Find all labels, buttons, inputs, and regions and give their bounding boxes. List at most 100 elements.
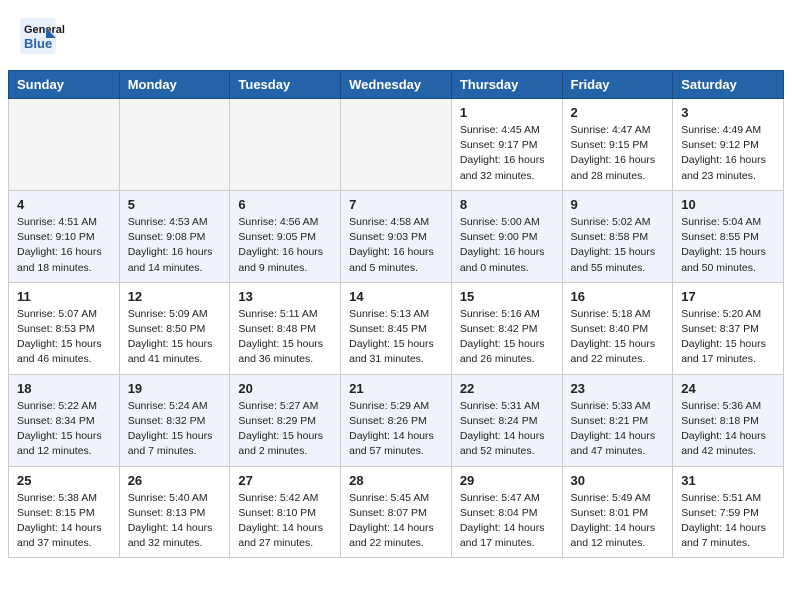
weekday-saturday: Saturday (673, 71, 784, 99)
day-cell-7: 7 Sunrise: 4:58 AMSunset: 9:03 PMDaylight… (341, 190, 452, 282)
day-number: 26 (128, 473, 222, 488)
day-cell-24: 24Sunrise: 5:36 AMSunset: 8:18 PMDayligh… (673, 374, 784, 466)
day-info: Sunrise: 5:47 AMSunset: 8:04 PMDaylight:… (460, 491, 554, 552)
day-number: 18 (17, 381, 111, 396)
day-cell-13: 13 Sunrise: 5:11 AMSunset: 8:48 PMDayligh… (230, 282, 341, 374)
day-number: 2 (571, 105, 665, 120)
day-number: 13 (238, 289, 332, 304)
day-number: 27 (238, 473, 332, 488)
day-number: 22 (460, 381, 554, 396)
day-cell-4: 4Sunrise: 4:51 AMSunset: 9:10 PMDaylight… (9, 190, 120, 282)
day-number: 3 (681, 105, 775, 120)
day-number: 24 (681, 381, 775, 396)
day-number: 9 (571, 197, 665, 212)
day-number: 11 (17, 289, 111, 304)
day-info: Sunrise: 5:04 AMSunset: 8:55 PMDaylight:… (681, 215, 775, 276)
day-number: 5 (128, 197, 222, 212)
day-info: Sunrise: 5:27 AMSunset: 8:29 PMDaylight:… (238, 399, 332, 460)
day-number: 14 (349, 289, 443, 304)
day-info: Sunrise: 5:49 AMSunset: 8:01 PMDaylight:… (571, 491, 665, 552)
day-number: 25 (17, 473, 111, 488)
empty-cell (230, 99, 341, 191)
day-cell-23: 23Sunrise: 5:33 AMSunset: 8:21 PMDayligh… (562, 374, 673, 466)
day-info: Sunrise: 5:18 AMSunset: 8:40 PMDaylight:… (571, 307, 665, 368)
week-row-2: 4Sunrise: 4:51 AMSunset: 9:10 PMDaylight… (9, 190, 784, 282)
day-cell-19: 19 Sunrise: 5:24 AMSunset: 8:32 PMDayligh… (119, 374, 230, 466)
day-number: 12 (128, 289, 222, 304)
day-number: 6 (238, 197, 332, 212)
day-cell-6: 6 Sunrise: 4:56 AMSunset: 9:05 PMDaylight… (230, 190, 341, 282)
day-cell-2: 2Sunrise: 4:47 AMSunset: 9:15 PMDaylight… (562, 99, 673, 191)
header: General Blue (0, 0, 792, 70)
day-number: 17 (681, 289, 775, 304)
day-info: Sunrise: 4:56 AMSunset: 9:05 PMDaylight:… (238, 215, 332, 276)
day-info: Sunrise: 5:09 AMSunset: 8:50 PMDaylight:… (128, 307, 222, 368)
day-cell-30: 30Sunrise: 5:49 AMSunset: 8:01 PMDayligh… (562, 466, 673, 558)
day-number: 10 (681, 197, 775, 212)
day-info: Sunrise: 5:33 AMSunset: 8:21 PMDaylight:… (571, 399, 665, 460)
day-cell-12: 12 Sunrise: 5:09 AMSunset: 8:50 PMDayligh… (119, 282, 230, 374)
day-info: Sunrise: 5:00 AMSunset: 9:00 PMDaylight:… (460, 215, 554, 276)
svg-text:Blue: Blue (24, 36, 52, 51)
week-row-5: 25 Sunrise: 5:38 AMSunset: 8:15 PMDayligh… (9, 466, 784, 558)
weekday-wednesday: Wednesday (341, 71, 452, 99)
day-cell-14: 14 Sunrise: 5:13 AMSunset: 8:45 PMDayligh… (341, 282, 452, 374)
day-number: 1 (460, 105, 554, 120)
day-info: Sunrise: 4:45 AMSunset: 9:17 PMDaylight:… (460, 123, 554, 184)
day-cell-15: 15 Sunrise: 5:16 AMSunset: 8:42 PMDayligh… (451, 282, 562, 374)
day-number: 19 (128, 381, 222, 396)
generalblue-logo-icon: General Blue (20, 18, 100, 60)
day-info: Sunrise: 5:20 AMSunset: 8:37 PMDaylight:… (681, 307, 775, 368)
day-info: Sunrise: 5:11 AMSunset: 8:48 PMDaylight:… (238, 307, 332, 368)
logo: General Blue (20, 18, 100, 60)
day-info: Sunrise: 5:22 AMSunset: 8:34 PMDaylight:… (17, 399, 111, 460)
day-cell-22: 22 Sunrise: 5:31 AMSunset: 8:24 PMDayligh… (451, 374, 562, 466)
day-cell-10: 10 Sunrise: 5:04 AMSunset: 8:55 PMDayligh… (673, 190, 784, 282)
day-cell-20: 20Sunrise: 5:27 AMSunset: 8:29 PMDayligh… (230, 374, 341, 466)
day-info: Sunrise: 5:31 AMSunset: 8:24 PMDaylight:… (460, 399, 554, 460)
weekday-thursday: Thursday (451, 71, 562, 99)
day-number: 15 (460, 289, 554, 304)
day-number: 16 (571, 289, 665, 304)
day-number: 21 (349, 381, 443, 396)
weekday-sunday: Sunday (9, 71, 120, 99)
day-number: 8 (460, 197, 554, 212)
day-cell-26: 26Sunrise: 5:40 AMSunset: 8:13 PMDayligh… (119, 466, 230, 558)
day-cell-25: 25 Sunrise: 5:38 AMSunset: 8:15 PMDayligh… (9, 466, 120, 558)
week-row-3: 11 Sunrise: 5:07 AMSunset: 8:53 PMDayligh… (9, 282, 784, 374)
svg-text:General: General (24, 24, 65, 36)
day-cell-3: 3Sunrise: 4:49 AMSunset: 9:12 PMDaylight… (673, 99, 784, 191)
calendar-wrap: SundayMondayTuesdayWednesdayThursdayFrid… (0, 70, 792, 566)
day-info: Sunrise: 5:24 AMSunset: 8:32 PMDaylight:… (128, 399, 222, 460)
empty-cell (119, 99, 230, 191)
empty-cell (341, 99, 452, 191)
day-info: Sunrise: 5:45 AMSunset: 8:07 PMDaylight:… (349, 491, 443, 552)
day-cell-28: 28 Sunrise: 5:45 AMSunset: 8:07 PMDayligh… (341, 466, 452, 558)
day-cell-29: 29 Sunrise: 5:47 AMSunset: 8:04 PMDayligh… (451, 466, 562, 558)
calendar-table: SundayMondayTuesdayWednesdayThursdayFrid… (8, 70, 784, 558)
week-row-1: 1 Sunrise: 4:45 AMSunset: 9:17 PMDaylight… (9, 99, 784, 191)
day-number: 29 (460, 473, 554, 488)
day-info: Sunrise: 5:42 AMSunset: 8:10 PMDaylight:… (238, 491, 332, 552)
empty-cell (9, 99, 120, 191)
day-cell-9: 9Sunrise: 5:02 AMSunset: 8:58 PMDaylight… (562, 190, 673, 282)
weekday-header-row: SundayMondayTuesdayWednesdayThursdayFrid… (9, 71, 784, 99)
day-info: Sunrise: 5:07 AMSunset: 8:53 PMDaylight:… (17, 307, 111, 368)
day-cell-16: 16 Sunrise: 5:18 AMSunset: 8:40 PMDayligh… (562, 282, 673, 374)
day-cell-11: 11 Sunrise: 5:07 AMSunset: 8:53 PMDayligh… (9, 282, 120, 374)
day-number: 7 (349, 197, 443, 212)
weekday-monday: Monday (119, 71, 230, 99)
weekday-friday: Friday (562, 71, 673, 99)
day-cell-31: 31 Sunrise: 5:51 AMSunset: 7:59 PMDayligh… (673, 466, 784, 558)
day-info: Sunrise: 4:58 AMSunset: 9:03 PMDaylight:… (349, 215, 443, 276)
day-cell-21: 21 Sunrise: 5:29 AMSunset: 8:26 PMDayligh… (341, 374, 452, 466)
day-info: Sunrise: 5:16 AMSunset: 8:42 PMDaylight:… (460, 307, 554, 368)
day-number: 28 (349, 473, 443, 488)
day-info: Sunrise: 5:38 AMSunset: 8:15 PMDaylight:… (17, 491, 111, 552)
day-number: 4 (17, 197, 111, 212)
day-number: 31 (681, 473, 775, 488)
day-cell-27: 27 Sunrise: 5:42 AMSunset: 8:10 PMDayligh… (230, 466, 341, 558)
day-info: Sunrise: 5:13 AMSunset: 8:45 PMDaylight:… (349, 307, 443, 368)
day-info: Sunrise: 5:51 AMSunset: 7:59 PMDaylight:… (681, 491, 775, 552)
day-info: Sunrise: 5:29 AMSunset: 8:26 PMDaylight:… (349, 399, 443, 460)
